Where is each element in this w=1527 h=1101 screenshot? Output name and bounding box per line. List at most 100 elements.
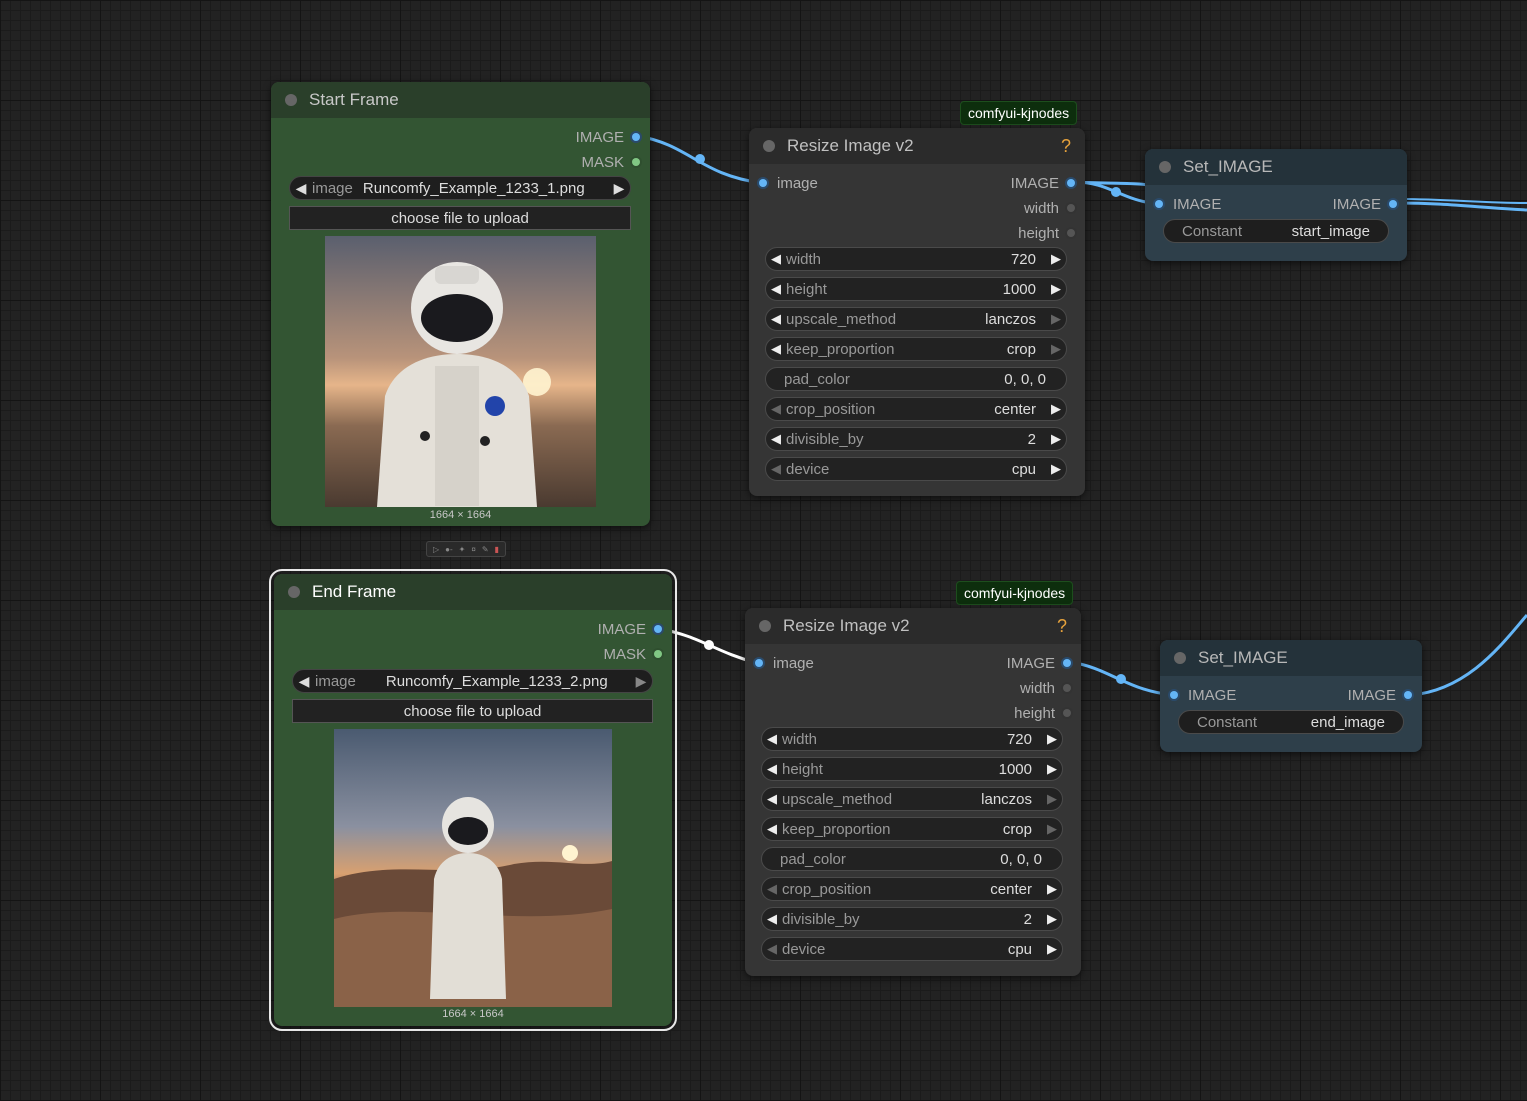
next-arrow-icon[interactable]: ▶: [1046, 311, 1066, 327]
resize-image-node-top[interactable]: Resize Image v2 ? image IMAGE width heig…: [749, 128, 1085, 496]
input-image[interactable]: image: [759, 172, 818, 194]
play-icon[interactable]: ▷: [433, 545, 439, 554]
widget-device[interactable]: ◀ device cpu ▶: [765, 457, 1067, 481]
output-image[interactable]: IMAGE: [1007, 652, 1071, 674]
output-image[interactable]: IMAGE: [1348, 684, 1412, 706]
decrement-arrow-icon[interactable]: ◀: [766, 251, 786, 267]
upload-button[interactable]: choose file to upload: [289, 206, 631, 230]
next-arrow-icon[interactable]: ▶: [1046, 401, 1066, 417]
prev-arrow-icon[interactable]: ◀: [290, 180, 312, 197]
widget-keep-proportion[interactable]: ◀ keep_proportion crop ▶: [765, 337, 1067, 361]
node-toolbar[interactable]: ▷ ●- ✦ ¤ ✎ ▮: [426, 541, 506, 557]
widget-keep-proportion[interactable]: ◀ keep_proportion crop ▶: [761, 817, 1063, 841]
output-width[interactable]: width: [1024, 197, 1075, 219]
constant-field[interactable]: Constant start_image: [1163, 219, 1389, 243]
output-image[interactable]: IMAGE: [598, 618, 662, 640]
help-icon[interactable]: ?: [1061, 136, 1071, 157]
input-image[interactable]: IMAGE: [1155, 193, 1221, 215]
widget-width[interactable]: ◀ width 720 ▶: [765, 247, 1067, 271]
input-image[interactable]: IMAGE: [1170, 684, 1236, 706]
image-output-slot-icon[interactable]: [632, 133, 640, 141]
int-output-slot-icon[interactable]: [1063, 684, 1071, 692]
start-frame-node[interactable]: Start Frame IMAGE MASK ◀ image Runcomfy_…: [271, 82, 650, 526]
link-midpoint[interactable]: [695, 154, 705, 164]
edit-icon[interactable]: ✎: [482, 545, 489, 554]
node-title-bar[interactable]: Resize Image v2: [749, 128, 1085, 164]
image-input-slot-icon[interactable]: [759, 179, 767, 187]
next-arrow-icon[interactable]: ▶: [608, 180, 630, 197]
int-output-slot-icon[interactable]: [1067, 204, 1075, 212]
int-output-slot-icon[interactable]: [1067, 229, 1075, 237]
output-height[interactable]: height: [1018, 222, 1075, 244]
node-title-bar[interactable]: Set_IMAGE: [1145, 149, 1407, 185]
image-input-slot-icon[interactable]: [1170, 691, 1178, 699]
next-arrow-icon[interactable]: ▶: [1042, 881, 1062, 897]
link-start-to-resize[interactable]: [637, 134, 763, 185]
pin-icon[interactable]: ✦: [459, 545, 466, 554]
next-arrow-icon[interactable]: ▶: [1046, 461, 1066, 477]
collapse-dot-icon[interactable]: [759, 620, 771, 632]
prev-arrow-icon[interactable]: ◀: [293, 673, 315, 690]
node-title-bar[interactable]: End Frame: [274, 574, 672, 610]
image-selector[interactable]: ◀ image Runcomfy_Example_1233_1.png ▶: [289, 176, 631, 200]
mask-output-slot-icon[interactable]: [632, 158, 640, 166]
decrement-arrow-icon[interactable]: ◀: [766, 281, 786, 297]
prev-arrow-icon[interactable]: ◀: [762, 881, 782, 897]
image-output-slot-icon[interactable]: [1389, 200, 1397, 208]
collapse-dot-icon[interactable]: [288, 586, 300, 598]
prev-arrow-icon[interactable]: ◀: [762, 821, 782, 837]
output-height[interactable]: height: [1014, 702, 1071, 724]
node-title-bar[interactable]: Resize Image v2: [745, 608, 1081, 644]
upload-button[interactable]: choose file to upload: [292, 699, 653, 723]
output-image[interactable]: IMAGE: [1333, 193, 1397, 215]
increment-arrow-icon[interactable]: ▶: [1046, 281, 1066, 297]
bypass-icon[interactable]: ●-: [445, 545, 453, 554]
image-selector[interactable]: ◀ image Runcomfy_Example_1233_2.png ▶: [292, 669, 653, 693]
next-arrow-icon[interactable]: ▶: [1042, 791, 1062, 807]
widget-height[interactable]: ◀ height 1000 ▶: [765, 277, 1067, 301]
increment-arrow-icon[interactable]: ▶: [1042, 911, 1062, 927]
link-set-top-out[interactable]: [1395, 201, 1527, 212]
help-icon[interactable]: ?: [1057, 616, 1067, 637]
output-mask[interactable]: MASK: [603, 643, 662, 665]
int-output-slot-icon[interactable]: [1063, 709, 1071, 717]
decrement-arrow-icon[interactable]: ◀: [762, 761, 782, 777]
decrement-arrow-icon[interactable]: ◀: [762, 911, 782, 927]
increment-arrow-icon[interactable]: ▶: [1042, 731, 1062, 747]
widget-device[interactable]: ◀ device cpu ▶: [761, 937, 1063, 961]
prev-arrow-icon[interactable]: ◀: [766, 311, 786, 327]
output-image[interactable]: IMAGE: [1011, 172, 1075, 194]
image-output-slot-icon[interactable]: [1067, 179, 1075, 187]
constant-field[interactable]: Constant end_image: [1178, 710, 1404, 734]
widget-width[interactable]: ◀ width 720 ▶: [761, 727, 1063, 751]
decrement-arrow-icon[interactable]: ◀: [762, 731, 782, 747]
collapse-dot-icon[interactable]: [763, 140, 775, 152]
prev-arrow-icon[interactable]: ◀: [762, 941, 782, 957]
collapse-dot-icon[interactable]: [1174, 652, 1186, 664]
output-width[interactable]: width: [1020, 677, 1071, 699]
resize-image-node-bottom[interactable]: Resize Image v2 ? image IMAGE width heig…: [745, 608, 1081, 976]
link-midpoint[interactable]: [1111, 187, 1121, 197]
next-arrow-icon[interactable]: ▶: [1042, 821, 1062, 837]
increment-arrow-icon[interactable]: ▶: [1042, 761, 1062, 777]
widget-pad-color[interactable]: pad_color 0, 0, 0: [761, 847, 1063, 871]
info-icon[interactable]: ¤: [471, 545, 475, 554]
link-midpoint[interactable]: [1116, 674, 1126, 684]
widget-pad-color[interactable]: pad_color 0, 0, 0: [765, 367, 1067, 391]
input-image[interactable]: image: [755, 652, 814, 674]
next-arrow-icon[interactable]: ▶: [1042, 941, 1062, 957]
widget-height[interactable]: ◀ height 1000 ▶: [761, 757, 1063, 781]
increment-arrow-icon[interactable]: ▶: [1046, 251, 1066, 267]
widget-crop-position[interactable]: ◀ crop_position center ▶: [761, 877, 1063, 901]
image-input-slot-icon[interactable]: [1155, 200, 1163, 208]
widget-crop-position[interactable]: ◀ crop_position center ▶: [765, 397, 1067, 421]
delete-icon[interactable]: ▮: [495, 545, 499, 554]
output-image[interactable]: IMAGE: [576, 126, 640, 148]
next-arrow-icon[interactable]: ▶: [630, 673, 652, 690]
link-end-to-resize[interactable]: [659, 627, 758, 665]
set-image-node-bottom[interactable]: Set_IMAGE IMAGE IMAGE Constant end_image: [1160, 640, 1422, 752]
prev-arrow-icon[interactable]: ◀: [762, 791, 782, 807]
mask-output-slot-icon[interactable]: [654, 650, 662, 658]
end-frame-node[interactable]: End Frame IMAGE MASK ◀ image Runcomfy_Ex…: [269, 569, 677, 1031]
image-output-slot-icon[interactable]: [654, 625, 662, 633]
